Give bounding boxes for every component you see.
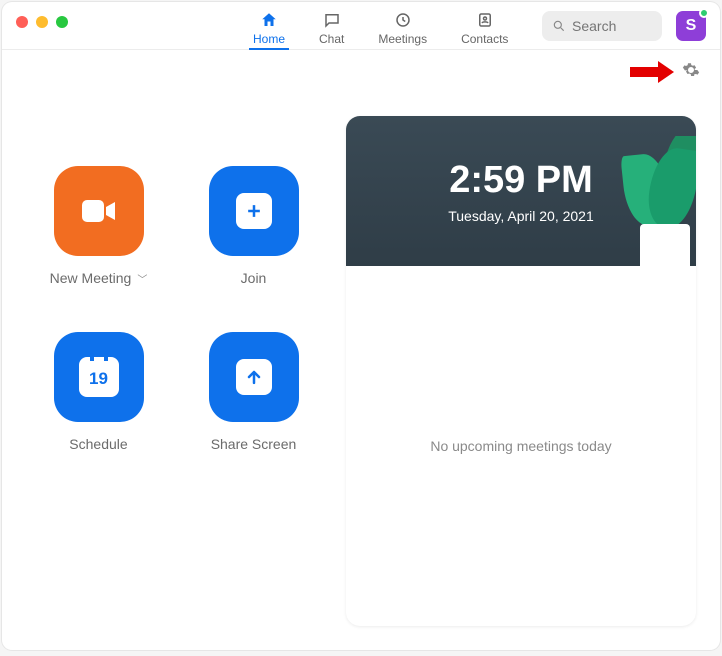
schedule-button[interactable]: 19 <box>54 332 144 422</box>
video-icon <box>79 196 119 226</box>
fullscreen-window-button[interactable] <box>56 16 68 28</box>
action-schedule: 19 Schedule <box>26 332 171 452</box>
calendar-icon: 19 <box>79 357 119 397</box>
tab-meetings[interactable]: Meetings <box>378 2 427 49</box>
close-window-button[interactable] <box>16 16 28 28</box>
calendar-day: 19 <box>89 369 108 389</box>
action-label: Join <box>241 270 267 286</box>
presence-indicator <box>699 8 709 18</box>
right-panel-wrap: 2:59 PM Tuesday, April 20, 2021 No upcom… <box>346 86 696 626</box>
search-icon <box>552 19 566 33</box>
join-button[interactable] <box>209 166 299 256</box>
main-content: New Meeting ﹀ Join 19 <box>2 86 720 650</box>
clock-hero: 2:59 PM Tuesday, April 20, 2021 <box>346 116 696 266</box>
clock-icon <box>394 11 412 29</box>
titlebar: Home Chat Meetings Contacts <box>2 2 720 50</box>
chevron-down-icon: ﹀ <box>137 271 147 286</box>
action-label: Share Screen <box>211 436 297 452</box>
current-date: Tuesday, April 20, 2021 <box>448 208 594 224</box>
actions-grid: New Meeting ﹀ Join 19 <box>26 86 326 626</box>
tab-label: Chat <box>319 32 344 46</box>
gear-icon <box>682 61 700 79</box>
new-meeting-label-row[interactable]: New Meeting ﹀ <box>50 270 148 286</box>
home-icon <box>260 11 278 29</box>
action-join: Join <box>181 166 326 286</box>
current-time: 2:59 PM <box>449 159 593 202</box>
plant-illustration <box>606 136 696 266</box>
tab-contacts[interactable]: Contacts <box>461 2 508 49</box>
share-screen-button[interactable] <box>209 332 299 422</box>
search-input[interactable] <box>572 18 652 34</box>
action-label: New Meeting <box>50 270 132 286</box>
action-share-screen: Share Screen <box>181 332 326 452</box>
avatar[interactable]: S <box>676 11 706 41</box>
upcoming-panel: 2:59 PM Tuesday, April 20, 2021 No upcom… <box>346 116 696 626</box>
top-nav: Home Chat Meetings Contacts <box>253 2 508 49</box>
toolbar <box>2 50 720 86</box>
app-window: Home Chat Meetings Contacts <box>2 2 720 650</box>
tab-chat[interactable]: Chat <box>319 2 344 49</box>
minimize-window-button[interactable] <box>36 16 48 28</box>
tab-label: Contacts <box>461 32 508 46</box>
action-new-meeting: New Meeting ﹀ <box>26 166 171 286</box>
new-meeting-button[interactable] <box>54 166 144 256</box>
action-label: Schedule <box>69 436 127 452</box>
tab-label: Meetings <box>378 32 427 46</box>
tab-home[interactable]: Home <box>253 2 285 49</box>
empty-text: No upcoming meetings today <box>430 438 611 454</box>
avatar-initial: S <box>686 17 697 35</box>
plus-icon <box>236 193 272 229</box>
search-box[interactable] <box>542 11 662 41</box>
window-controls <box>16 16 68 28</box>
tab-label: Home <box>253 32 285 46</box>
chat-icon <box>323 11 341 29</box>
share-arrow-icon <box>236 359 272 395</box>
contacts-icon <box>476 11 494 29</box>
annotation-arrow <box>630 63 674 81</box>
empty-state: No upcoming meetings today <box>346 266 696 626</box>
settings-button[interactable] <box>682 61 700 84</box>
